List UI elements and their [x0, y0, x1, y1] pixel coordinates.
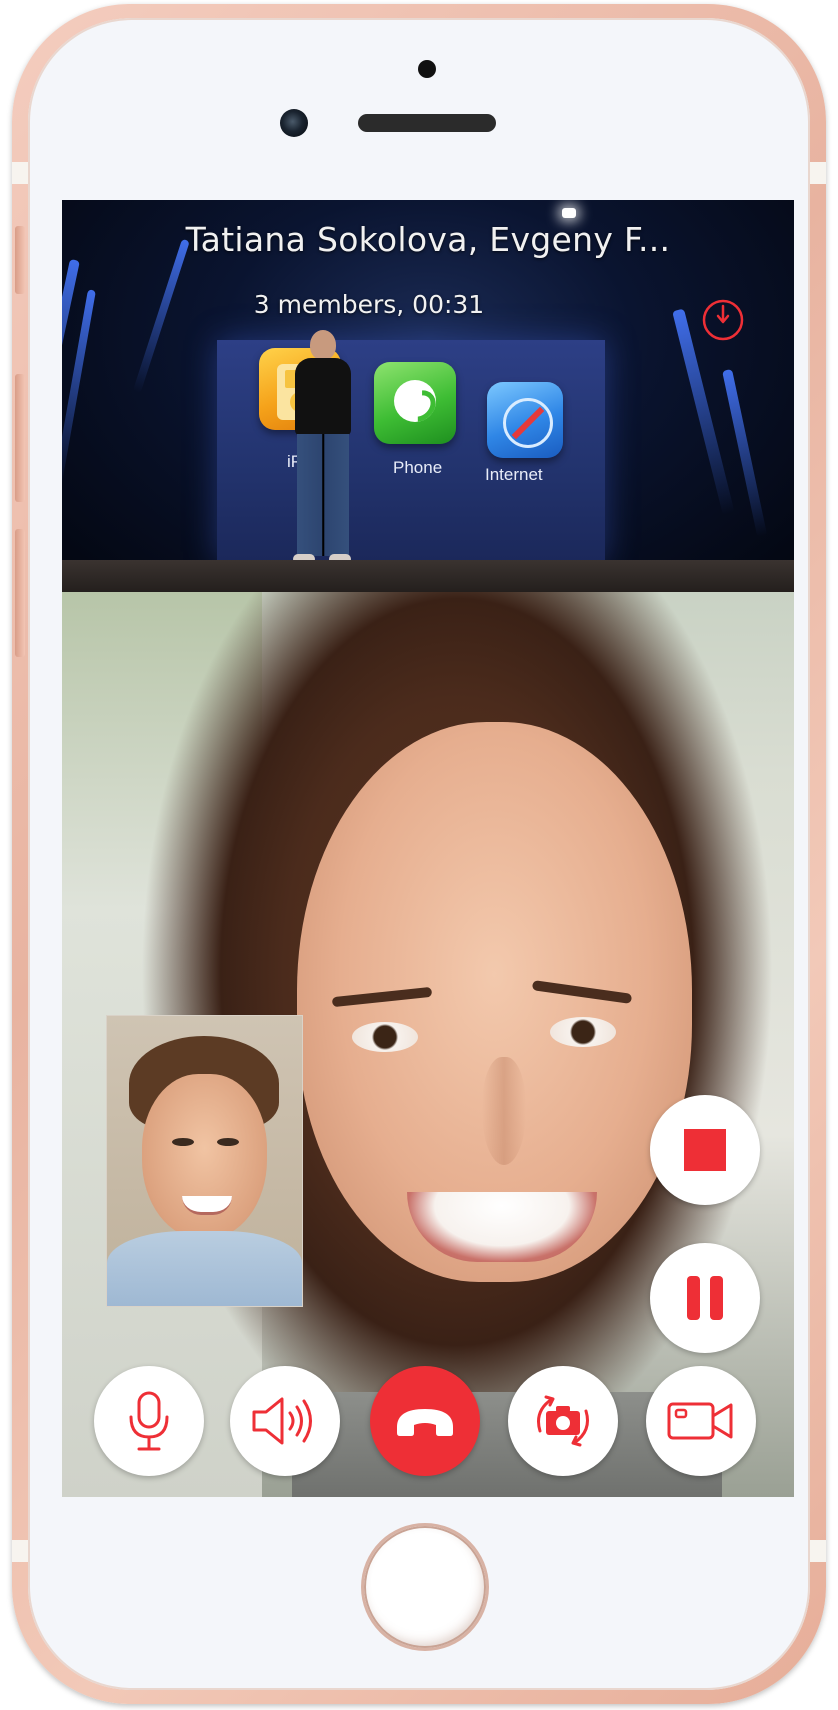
participant-eye — [550, 1017, 616, 1047]
switch-camera-button[interactable] — [508, 1366, 618, 1476]
front-camera — [280, 109, 308, 137]
volume-down-button — [15, 529, 25, 657]
timer-icon[interactable] — [700, 296, 746, 342]
participant-nose — [482, 1057, 526, 1165]
stage-spotlight — [562, 208, 576, 218]
participant-eye — [352, 1022, 418, 1052]
video-camera-icon — [667, 1402, 733, 1440]
volume-up-button — [15, 374, 25, 502]
participant-video-top[interactable]: iPod Phone Internet Tatiana Sokolova, Ev… — [62, 200, 794, 592]
microphone-icon — [129, 1391, 169, 1451]
antenna-band — [810, 1540, 826, 1562]
antenna-band — [810, 162, 826, 184]
presenter-figure — [287, 330, 357, 580]
antenna-band — [12, 162, 28, 184]
proximity-sensor — [418, 60, 436, 78]
app-label-internet: Internet — [485, 465, 543, 484]
mute-switch — [15, 226, 25, 294]
phone-app-icon — [374, 362, 456, 444]
switch-camera-icon — [537, 1395, 589, 1447]
home-button[interactable] — [364, 1526, 486, 1648]
pause-icon — [687, 1276, 723, 1320]
video-camera-button[interactable] — [646, 1366, 756, 1476]
microphone-button[interactable] — [94, 1366, 204, 1476]
speaker-button[interactable] — [230, 1366, 340, 1476]
self-view-video[interactable] — [106, 1015, 303, 1307]
end-call-icon — [397, 1409, 453, 1436]
internet-app-icon — [487, 382, 563, 458]
stop-icon — [684, 1129, 726, 1171]
antenna-band — [12, 1540, 28, 1562]
end-call-button[interactable] — [370, 1366, 480, 1476]
call-screen: iPod Phone Internet Tatiana Sokolova, Ev… — [62, 200, 794, 1497]
stage-floor — [62, 560, 794, 592]
speaker-icon — [252, 1397, 312, 1445]
stop-recording-button[interactable] — [650, 1095, 760, 1205]
call-status: 3 members, 00:31 — [253, 290, 485, 319]
earpiece-speaker — [358, 114, 496, 132]
call-title: Tatiana Sokolova, Evgeny F... — [185, 220, 671, 259]
pause-button[interactable] — [650, 1243, 760, 1353]
presentation-screen: iPod Phone Internet — [217, 340, 605, 562]
app-label-phone: Phone — [393, 458, 443, 477]
